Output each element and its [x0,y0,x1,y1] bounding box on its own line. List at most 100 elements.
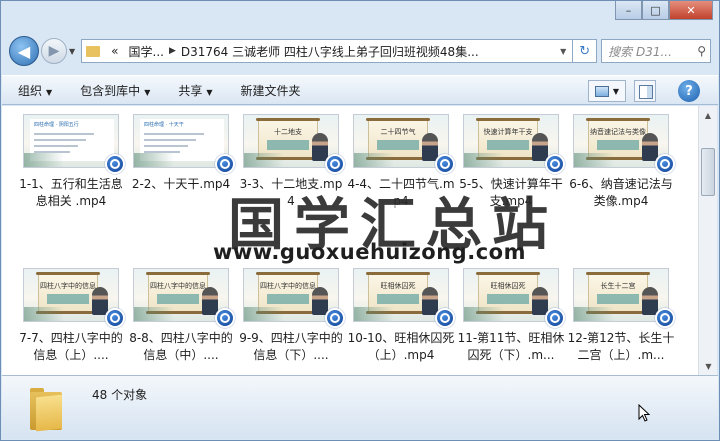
video-thumbnail[interactable]: 四柱命理 · 阴阳五行 [23,114,125,174]
video-thumbnail[interactable]: 四柱八字中的信息 [23,268,125,328]
thumbnail-title: 四柱八字中的信息 [260,282,316,290]
scroll-down-icon[interactable]: ▼ [699,357,718,375]
file-item[interactable]: 长生十二宫 12-第12节、长生十二宫（上）.m... [566,268,676,364]
watermark-url: www.guoxuehuizong.com [213,240,526,264]
video-player-icon [325,308,345,328]
file-name: 8-8、四柱八字中的信息（中）.... [129,331,233,362]
file-name: 11-第11节、旺相休囚死（下）.m... [457,331,565,362]
search-placeholder: 搜索 D31... [608,44,672,59]
maximize-button[interactable]: □ [642,1,669,20]
file-item[interactable]: 四柱八字中的信息 9-9、四柱八字中的信息（下）.... [236,268,346,364]
video-thumbnail[interactable]: 四柱八字中的信息 [243,268,345,328]
video-player-icon [105,154,125,174]
thumbnail-title: 纳音速记法与类像 [590,128,646,136]
vertical-scrollbar[interactable]: ▲ ▼ [698,106,717,375]
thumbnail-heading: 四柱命理 · 十天干 [144,122,184,128]
thumbnail-title: 旺相休囚死 [380,282,416,290]
video-thumbnail[interactable]: 纳音速记法与类像 [573,114,675,174]
video-player-icon [325,154,345,174]
file-name: 12-第12节、长生十二宫（上）.m... [567,331,675,362]
video-thumbnail[interactable]: 旺相休囚死 [353,268,455,328]
navigation-row: ◀ ▶ ▼ « 国学... ▶ D31764 三诚老师 四柱八字线上弟子回归班视… [9,35,711,67]
video-player-icon [435,308,455,328]
file-name: 6-6、纳音速记法与类像.mp4 [569,177,673,208]
organize-menu[interactable]: 组织 ▼ [18,82,52,99]
address-dropdown-icon[interactable]: ▼ [554,47,572,56]
explorer-window: – □ ✕ ◀ ▶ ▼ « 国学... ▶ D31764 三诚老师 四柱八字线上… [0,0,720,441]
breadcrumb-overflow[interactable]: « [111,44,118,58]
breadcrumb-item-root[interactable]: 国学... [129,43,164,60]
thumbnail-title: 快速计算年干支 [483,128,533,136]
file-item[interactable]: 纳音速记法与类像 6-6、纳音速记法与类像.mp4 [566,114,676,210]
video-player-icon [545,154,565,174]
view-icon [594,85,609,97]
thumbnail-title: 二十四节气 [380,128,416,136]
thumbnail-title: 四柱八字中的信息 [40,282,96,290]
file-name: 7-7、四柱八字中的信息（上）.... [19,331,123,362]
file-item[interactable]: 旺相休囚死 10-10、旺相休囚死（上）.mp4 [346,268,456,364]
preview-pane-button[interactable] [634,80,656,102]
organize-label: 组织 [18,83,43,98]
video-thumbnail[interactable]: 四柱命理 · 十天干 [133,114,235,174]
video-thumbnail[interactable]: 十二地支 [243,114,345,174]
share-menu[interactable]: 共享 ▼ [178,82,212,99]
folder-icon [86,45,101,57]
refresh-button[interactable]: ↻ [573,39,598,63]
close-button[interactable]: ✕ [669,1,713,20]
chevron-down-icon: ▼ [612,86,620,96]
breadcrumb-separator-icon[interactable]: ▶ [169,46,176,56]
thumbnail-title: 旺相休囚死 [490,282,526,290]
search-input[interactable]: 搜索 D31... ⚲ [601,39,711,63]
video-thumbnail[interactable]: 旺相休囚死 [463,268,565,328]
video-player-icon [655,154,675,174]
share-label: 共享 [178,83,203,98]
chevron-down-icon: ▼ [46,87,53,97]
change-view-button[interactable]: ▼ [588,80,626,102]
video-thumbnail[interactable]: 长生十二宫 [573,268,675,328]
video-thumbnail[interactable]: 二十四节气 [353,114,455,174]
item-count: 48 个对象 [92,388,148,402]
video-player-icon [215,154,235,174]
file-item[interactable]: 四柱八字中的信息 8-8、四柱八字中的信息（中）.... [126,268,236,364]
history-dropdown[interactable]: ▼ [69,47,75,56]
video-player-icon [435,154,455,174]
thumbnail-title: 长生十二宫 [600,282,636,290]
video-thumbnail[interactable]: 快速计算年干支 [463,114,565,174]
scrollbar-thumb[interactable] [701,148,715,196]
file-name: 10-10、旺相休囚死（上）.mp4 [347,331,455,362]
chevron-down-icon: ▼ [144,87,151,97]
arrow-right-icon: ▶ [48,43,60,59]
include-in-library-menu[interactable]: 包含到库中 ▼ [80,82,150,99]
file-name: 2-2、十天干.mp4 [131,177,231,191]
search-icon[interactable]: ⚲ [697,44,706,58]
video-player-icon [215,308,235,328]
scroll-up-icon[interactable]: ▲ [699,106,717,124]
new-folder-button[interactable]: 新建文件夹 [241,82,301,99]
file-item[interactable]: 旺相休囚死 11-第11节、旺相休囚死（下）.m... [456,268,566,364]
video-thumbnail[interactable]: 四柱八字中的信息 [133,268,235,328]
video-player-icon [655,308,675,328]
thumbnail-heading: 四柱命理 · 阴阳五行 [34,122,79,128]
command-bar: 组织 ▼ 包含到库中 ▼ 共享 ▼ 新建文件夹 ▼ ? [2,75,718,105]
help-icon: ? [685,83,693,99]
arrow-left-icon: ◀ [17,41,31,61]
file-item[interactable]: 四柱命理 · 阴阳五行 1-1、五行和生活息息相关 .mp4 [16,114,126,210]
include-in-library-label: 包含到库中 [80,83,141,98]
window-controls: – □ ✕ [615,1,713,20]
refresh-icon: ↻ [579,43,591,59]
thumbnail-title: 十二地支 [274,128,302,136]
video-player-icon [545,308,565,328]
address-bar[interactable]: « 国学... ▶ D31764 三诚老师 四柱八字线上弟子回归班视频48集..… [81,39,574,63]
thumbnail-title: 四柱八字中的信息 [150,282,206,290]
minimize-button[interactable]: – [615,1,642,20]
breadcrumb-item-current[interactable]: D31764 三诚老师 四柱八字线上弟子回归班视频48集... [181,43,479,60]
file-item[interactable]: 四柱八字中的信息 7-7、四柱八字中的信息（上）.... [16,268,126,364]
file-name: 9-9、四柱八字中的信息（下）.... [239,331,343,362]
file-item[interactable]: 四柱命理 · 十天干 2-2、十天干.mp4 [126,114,236,193]
forward-button[interactable]: ▶ [41,38,67,64]
details-pane: 48 个对象 [2,375,718,439]
file-name: 1-1、五行和生活息息相关 .mp4 [19,177,123,208]
chevron-down-icon: ▼ [206,87,213,97]
help-button[interactable]: ? [678,80,700,102]
back-button[interactable]: ◀ [9,36,39,66]
